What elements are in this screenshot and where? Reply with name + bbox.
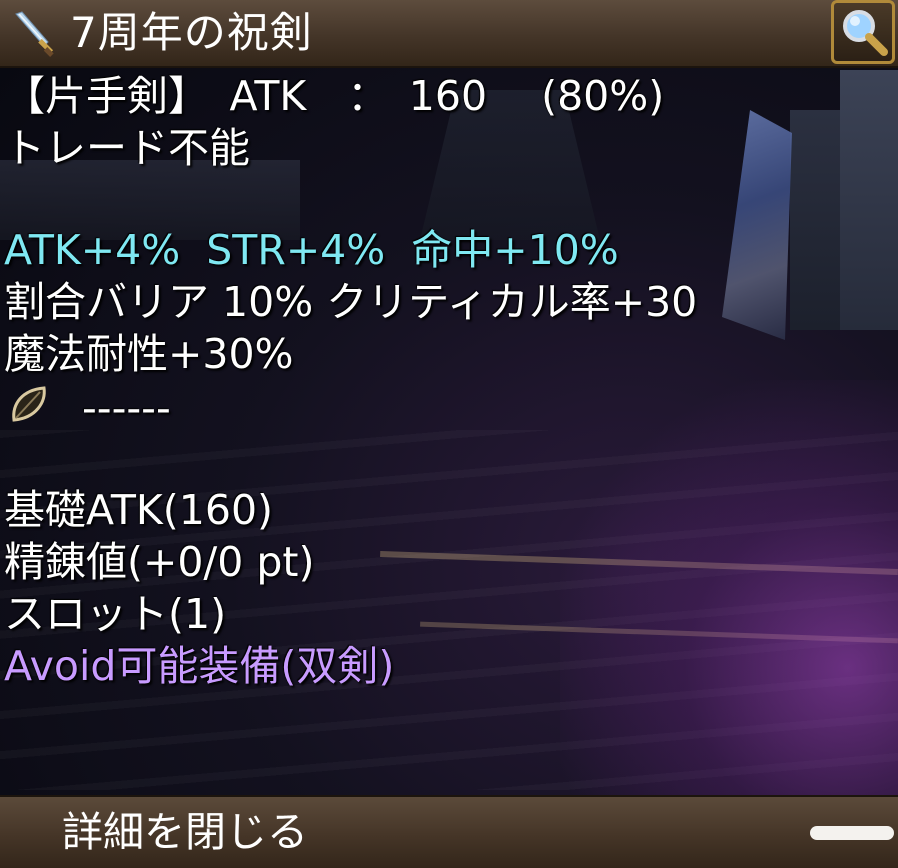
close-details-bar[interactable]: 詳細を閉じる [0, 795, 898, 868]
trade-status: トレード不能 [4, 124, 250, 172]
bonus-stats: ATK+4% STR+4% 命中+10% [4, 226, 619, 274]
magic-resist-stat: 魔法耐性+30% [4, 330, 294, 378]
refine-value: 精錬値(+0/0 pt) [4, 538, 315, 586]
background-tower [840, 70, 898, 330]
search-button[interactable] [831, 0, 895, 64]
item-type-attack: 【片手剣】 ATK ： 160 (80%) [4, 72, 665, 120]
sword-icon [8, 8, 58, 58]
leaf-icon [8, 384, 52, 426]
barrier-crit-stats: 割合バリア 10% クリティカル率+30 [4, 278, 698, 326]
background-purple-glow [560, 380, 898, 860]
close-details-button[interactable]: 詳細を閉じる [62, 801, 308, 863]
slot-empty-placeholder: ------ [82, 384, 171, 432]
slot-count: スロット(1) [4, 590, 227, 638]
avoid-equip: Avoid可能装備(双剣) [4, 642, 395, 690]
item-title-bar: 7周年の祝剣 [0, 0, 898, 68]
drag-handle[interactable] [810, 826, 894, 840]
base-atk: 基礎ATK(160) [4, 486, 274, 534]
item-name-title: 7周年の祝剣 [70, 8, 313, 57]
